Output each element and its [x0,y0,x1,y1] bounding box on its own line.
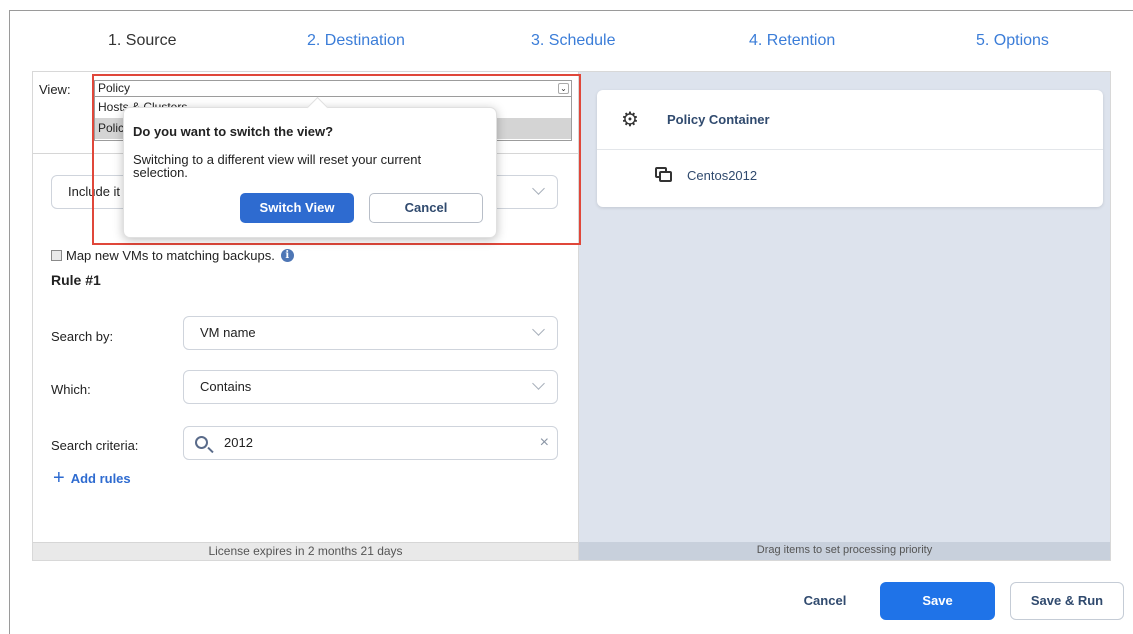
switch-view-dialog: Do you want to switch the view? Switchin… [123,107,497,238]
chevron-down-icon [532,377,545,390]
dropdown-arrow-icon[interactable]: ⌄ [558,83,569,94]
save-run-button[interactable]: Save & Run [1010,582,1124,620]
which-label: Which: [51,382,91,397]
clear-icon[interactable]: × [540,427,549,459]
which-value: Contains [200,379,252,394]
info-icon[interactable]: i [280,249,294,262]
search-by-label: Search by: [51,329,114,344]
search-criteria-input[interactable]: 2012 × [183,426,558,460]
search-criteria-value: 2012 [224,435,253,450]
dialog-cancel-button[interactable]: Cancel [369,193,483,223]
step-options[interactable]: 5. Options [976,32,1049,50]
dialog-title: Do you want to switch the view? [133,124,334,139]
which-select[interactable]: Contains [183,370,558,404]
plus-icon: + [53,467,65,489]
search-icon [195,436,208,449]
vm-icon [655,167,673,183]
rule-title: Rule #1 [51,272,101,288]
search-by-value: VM name [200,325,256,340]
list-item[interactable]: Centos2012 [597,150,1103,200]
switch-view-button[interactable]: Switch View [240,193,354,223]
wizard-steps: 1. Source 2. Destination 3. Schedule 4. … [10,11,1133,71]
step-destination[interactable]: 2. Destination [307,32,405,50]
view-label: View: [39,82,71,97]
gear-icon: ⚙ [621,109,639,131]
list-item-label: Centos2012 [687,167,758,183]
policy-container-header[interactable]: ⚙ Policy Container [597,90,1103,150]
search-by-select[interactable]: VM name [183,316,558,350]
selection-panel: ⚙ Policy Container Centos2012 Drag items… [578,71,1111,561]
step-source[interactable]: 1. Source [108,32,176,50]
map-new-vms-checkbox[interactable] [51,250,62,261]
chevron-down-icon [532,323,545,336]
license-status: License expires in 2 months 21 days [33,542,578,560]
policy-container-card: ⚙ Policy Container Centos2012 [597,90,1103,207]
step-retention[interactable]: 4. Retention [749,32,835,50]
wizard-frame: 1. Source 2. Destination 3. Schedule 4. … [9,10,1133,634]
add-rules-button[interactable]: + Add rules [53,467,131,489]
view-select-value: Policy [98,81,131,95]
view-select[interactable]: Policy ⌄ [94,80,572,97]
include-select-value: Include it [68,184,121,199]
priority-hint: Drag items to set processing priority [579,542,1110,560]
dialog-message: Switching to a different view will reset… [133,152,422,180]
chevron-down-icon [532,182,545,195]
add-rules-label: Add rules [70,470,131,486]
cancel-button[interactable]: Cancel [785,582,865,620]
map-new-vms-row: Map new VMs to matching backups. i [51,248,294,263]
map-new-vms-label: Map new VMs to matching backups. [66,248,275,263]
search-criteria-label: Search criteria: [51,438,139,453]
step-schedule[interactable]: 3. Schedule [531,32,616,50]
policy-container-title: Policy Container [667,112,770,127]
save-button[interactable]: Save [880,582,995,620]
